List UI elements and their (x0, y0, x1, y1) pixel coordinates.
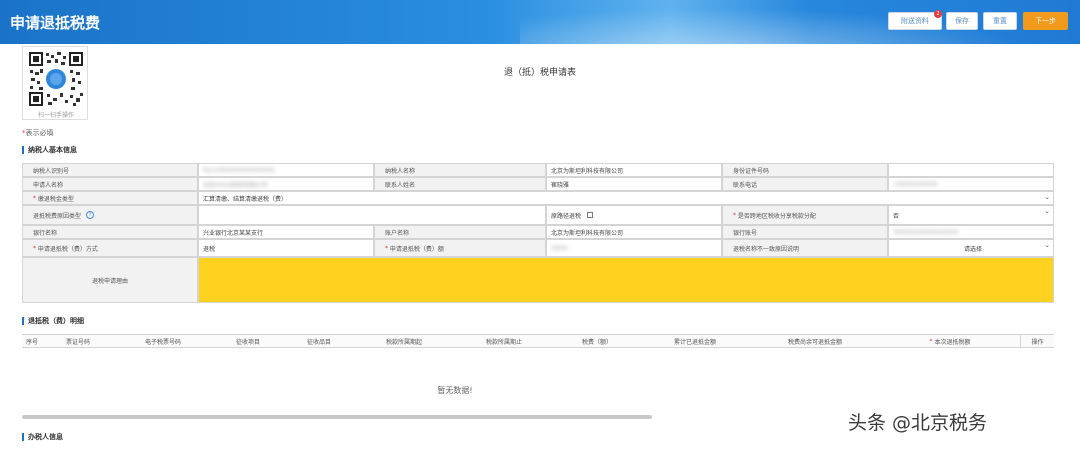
amount-text: XXXX (551, 244, 568, 252)
transfer-refund-checkbox[interactable] (587, 212, 594, 218)
required-note-text: 表示必填 (25, 129, 54, 137)
name-mismatch-label: 退税名称不一致原因说明 (722, 239, 888, 257)
contact-input[interactable]: 崔晓雅 (546, 177, 722, 191)
save-button[interactable]: 保存 (946, 12, 978, 30)
account-no-value: 3XXXXXXXXXXXXXXX (888, 225, 1054, 239)
method-label-text: 申请退抵税（费）方式 (37, 245, 98, 253)
phone-text: 1XXXXXXXXXX (893, 180, 938, 188)
share-select-value: 否 (893, 212, 900, 220)
column-header: 税款所属期起 (354, 334, 454, 348)
share-required-star: * (733, 211, 736, 219)
section-title-basic: 纳税人基本信息 (22, 146, 77, 154)
transfer-refund-field: 原路径退税 (546, 205, 722, 225)
amount-label: * 申请退抵税（费）额 (374, 239, 546, 257)
taxpayer-id-text: 91110000XXXXXXXXXX (203, 166, 275, 174)
column-header: 征收品目 (284, 334, 354, 348)
type-required-star: * (33, 194, 36, 202)
type-select-value: 汇算清缴、结算清缴退税（费） (203, 195, 288, 203)
required-note: *表示必填 (22, 128, 54, 138)
share-select[interactable]: 否 ⌄ (888, 205, 1054, 225)
amount-required-star: * (385, 244, 388, 252)
name-mismatch-select[interactable]: 请选择 ⌄ (888, 239, 1054, 257)
empty-table-message: 暂无数据! (437, 386, 473, 395)
name-mismatch-value: 请选择 (963, 245, 982, 253)
form-title: 退（抵）税申请表 (503, 68, 576, 78)
transfer-refund-label: 原路径退税 (551, 212, 582, 220)
column-header: 序号 (22, 334, 42, 348)
qr-caption: 扫一扫手操作 (37, 112, 74, 119)
applicant-label: 申请人名称 (22, 177, 198, 191)
account-name-value: 北京为斯坦利科技有限公司 (546, 225, 722, 239)
taxpayer-id-value: 91110000XXXXXXXXXX (198, 163, 374, 177)
chevron-down-icon: ⌄ (1044, 193, 1050, 201)
amount-label-text: 申请退抵税（费）额 (389, 245, 444, 253)
chevron-down-icon: ⌄ (1044, 241, 1050, 249)
section-title-detail: 退抵税（费）明细 (22, 317, 84, 325)
qr-code-icon (27, 50, 85, 108)
reason-label: 退税申请理由 (22, 257, 198, 303)
type-label: * 缴退税金类型 (22, 191, 198, 205)
next-step-button[interactable]: 下一步 (1023, 12, 1068, 30)
section-title-handler: 办税人信息 (22, 433, 63, 441)
phone-label: 联系电话 (722, 177, 888, 191)
taxpayer-name-label: 纳税人名称 (374, 163, 546, 177)
column-header: 票证号码 (42, 334, 114, 348)
column-header: 电子税票号码 (114, 334, 212, 348)
contact-label: 联系人姓名 (374, 177, 546, 191)
applicant-text: 北京XXXX科技有限公司 (203, 181, 268, 189)
account-no-text: 3XXXXXXXXXXXXXXX (893, 228, 959, 236)
column-header-text: 本次退抵税额 (934, 338, 971, 346)
reason-type-input[interactable] (198, 205, 546, 225)
reset-button[interactable]: 重置 (983, 12, 1017, 30)
column-header: 税款所属期止 (454, 334, 554, 348)
column-header: * 本次退抵税额 (880, 334, 1020, 348)
type-select[interactable]: 汇算清缴、结算清缴退税（费） ⌄ (198, 191, 1054, 205)
column-header: 操作 (1020, 334, 1054, 348)
horizontal-scrollbar[interactable] (22, 415, 652, 419)
chevron-down-icon: ⌄ (1044, 207, 1050, 215)
column-header: 累计已退抵金额 (640, 334, 750, 348)
bank-label: 银行名称 (22, 225, 198, 239)
account-name-label: 账户名称 (374, 225, 546, 239)
method-value[interactable]: 退税 (198, 239, 374, 257)
method-required-star: * (33, 244, 36, 252)
watermark-text: 头条 @北京税务 (848, 412, 988, 434)
share-label-text: 是否跨地区税收分享税款分配 (737, 212, 816, 220)
amount-input[interactable]: XXXX (546, 239, 722, 257)
reason-textarea[interactable] (198, 257, 1054, 303)
reason-type-label-text: 退抵税费原因类型 (33, 212, 82, 220)
id-number-label: 身份证件号码 (722, 163, 888, 177)
method-label: * 申请退抵税（费）方式 (22, 239, 198, 257)
type-label-text: 缴退税金类型 (37, 195, 74, 203)
reason-type-label: 退抵税费原因类型? (22, 205, 198, 225)
column-header: 税费（额） (554, 334, 640, 348)
attach-count-badge: 2 (934, 10, 942, 18)
taxpayer-name-value: 北京为斯坦利科技有限公司 (546, 163, 722, 177)
page-title: 申请退抵税费 (10, 14, 101, 32)
column-header: 税费尚余可退抵金额 (750, 334, 880, 348)
id-number-input[interactable] (888, 163, 1054, 177)
help-icon[interactable]: ? (86, 211, 95, 219)
column-required-star: * (929, 337, 933, 345)
column-header: 征收项目 (212, 334, 284, 348)
bank-value: 兴业银行北京某某支行 (198, 225, 374, 239)
applicant-value: 北京XXXX科技有限公司 (198, 177, 374, 191)
share-label: * 是否跨地区税收分享税款分配 (722, 205, 888, 225)
qr-code-panel: 扫一扫手操作 (22, 46, 88, 120)
taxpayer-id-label: 纳税人识别号 (22, 163, 198, 177)
phone-input[interactable]: 1XXXXXXXXXX (888, 177, 1054, 191)
account-no-label: 银行账号 (722, 225, 888, 239)
